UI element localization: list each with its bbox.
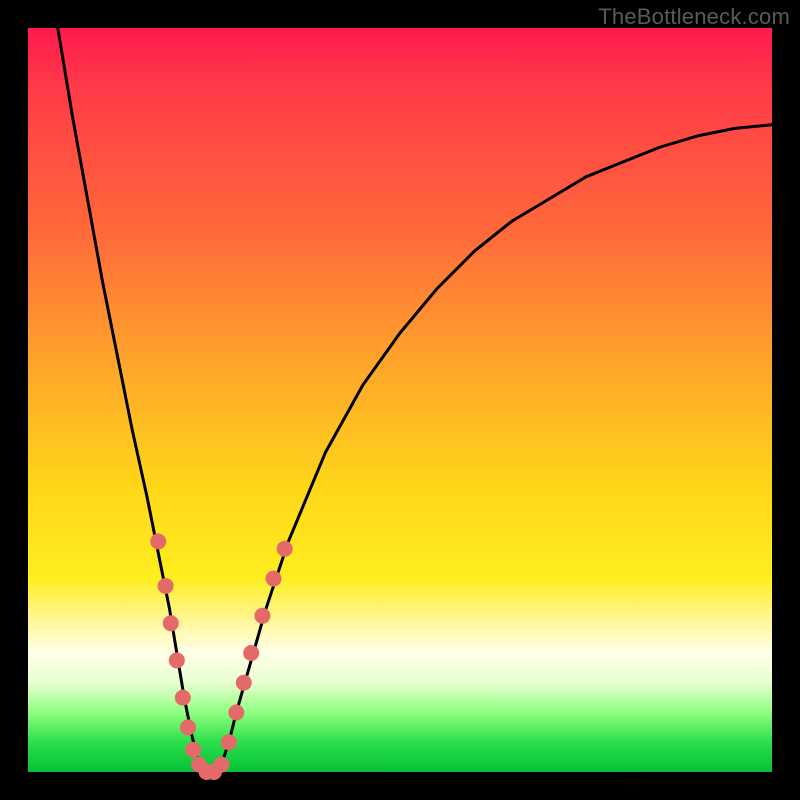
data-marker <box>277 541 293 557</box>
data-marker <box>236 675 252 691</box>
data-marker <box>158 578 174 594</box>
data-marker <box>175 690 191 706</box>
watermark-text: TheBottleneck.com <box>598 4 790 30</box>
data-marker <box>228 705 244 721</box>
data-marker <box>213 757 229 773</box>
data-marker <box>163 615 179 631</box>
data-marker <box>243 645 259 661</box>
chart-frame: TheBottleneck.com <box>0 0 800 800</box>
data-marker <box>185 742 201 758</box>
data-marker <box>254 608 270 624</box>
data-marker <box>180 719 196 735</box>
curve-path <box>58 28 772 772</box>
highlighted-points <box>150 533 293 780</box>
bottleneck-curve <box>58 28 772 772</box>
data-marker <box>266 571 282 587</box>
chart-overlay <box>28 28 772 772</box>
data-marker <box>221 734 237 750</box>
data-marker <box>169 652 185 668</box>
data-marker <box>150 533 166 549</box>
